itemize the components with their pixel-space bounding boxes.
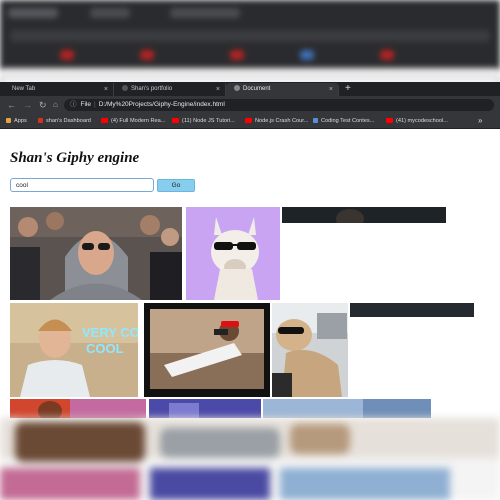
youtube-icon [101,117,108,123]
bookmark-label: (4) Full Modern Rea... [111,118,166,124]
close-icon[interactable]: × [329,83,333,96]
bookmark-apps[interactable]: Apps [6,114,27,128]
reload-icon[interactable]: ↻ [39,96,47,114]
bookmark-label: Coding Test Contes... [321,118,375,124]
blurred-background-bottom [0,418,500,500]
scheme-label: File [80,101,91,108]
browser-toolbar: ← → ↻ ⌂ ⓘ File | D:/My%20Projects/Giphy-Eng… [0,96,500,114]
portfolio-favicon-icon [122,85,128,91]
tab-label: Document [243,86,271,92]
close-icon[interactable]: × [216,83,220,96]
bookmark-node-js-tutorial[interactable]: (11) Node JS Tutori... [172,114,235,128]
tab-document[interactable]: Document × [226,83,339,96]
bookmark-label: Node.js Crash Cour... [255,118,309,124]
tab-shans-portfolio[interactable]: Shan's portfolio × [114,83,226,96]
youtube-icon [386,117,393,123]
back-arrow-icon[interactable]: ← [7,96,16,114]
gif-partial-1[interactable] [10,399,146,418]
info-icon: ⓘ [70,101,77,108]
tab-new-tab[interactable]: New Tab × [4,83,114,96]
globe-icon [234,85,240,91]
gif-partial-3[interactable] [263,399,431,418]
bookmark-nodejs-crash-course[interactable]: Node.js Crash Cour... [245,114,308,128]
gif-dark-loading-2[interactable] [350,303,474,317]
tab-label: New Tab [12,86,36,92]
search-input[interactable] [10,178,154,192]
contest-icon [313,117,318,123]
youtube-icon [245,117,252,123]
browser-tab-strip: New Tab × Shan's portfolio × Document × [0,82,500,96]
address-bar[interactable]: ⓘ File | D:/My%20Projects/Giphy-Engine/inde… [64,99,494,111]
very-cool-caption: VERY COOL [82,325,138,340]
bookmark-label: (11) Node JS Tutori... [182,118,235,124]
gif-woman-sunglasses-hoodie[interactable] [10,207,182,300]
c-logo-icon [38,117,43,123]
bookmark-label: shan's Dashboard [46,118,91,124]
bookmark-full-modern-react[interactable]: (4) Full Modern Rea... [101,114,165,128]
page-viewport: Shan's Giphy engine Go [0,129,500,418]
youtube-icon [172,117,179,123]
gif-man-dark-loading[interactable] [282,207,446,223]
home-icon[interactable]: ⌂ [53,96,58,114]
tab-label: Shan's portfolio [131,86,173,92]
svg-text:COOL: COOL [86,341,124,356]
bookmarks-overflow-button[interactable]: » [478,114,482,128]
bookmark-mycodeschool[interactable]: (41) mycodeschool... [386,114,448,128]
separator: | [93,101,96,108]
new-tab-button[interactable]: + [345,82,351,96]
blurred-background-top [0,0,500,82]
bookmark-label: Apps [14,118,27,124]
gif-man-red-cap-lying[interactable] [144,303,270,397]
apps-grid-icon [6,117,11,123]
go-button[interactable]: Go [157,179,195,192]
gif-very-cool-boy[interactable]: VERY COOL COOL [10,303,138,397]
gif-llama-sunglasses[interactable] [186,207,280,300]
bookmarks-bar: Apps shan's Dashboard (4) Full Modern Re… [0,114,500,129]
page-title: Shan's Giphy engine [10,150,140,166]
close-icon[interactable]: × [104,83,108,96]
gif-dog-sunglasses-car[interactable] [272,303,348,397]
url-text: D:/My%20Projects/Giphy-Engine/index.html [98,101,225,108]
gif-partial-2[interactable] [149,399,261,418]
forward-arrow-icon[interactable]: → [23,96,32,114]
bookmark-coding-test-contest[interactable]: Coding Test Contes... [313,114,374,128]
bookmark-label: (41) mycodeschool... [396,118,448,124]
bookmark-shans-dashboard[interactable]: shan's Dashboard [38,114,91,128]
